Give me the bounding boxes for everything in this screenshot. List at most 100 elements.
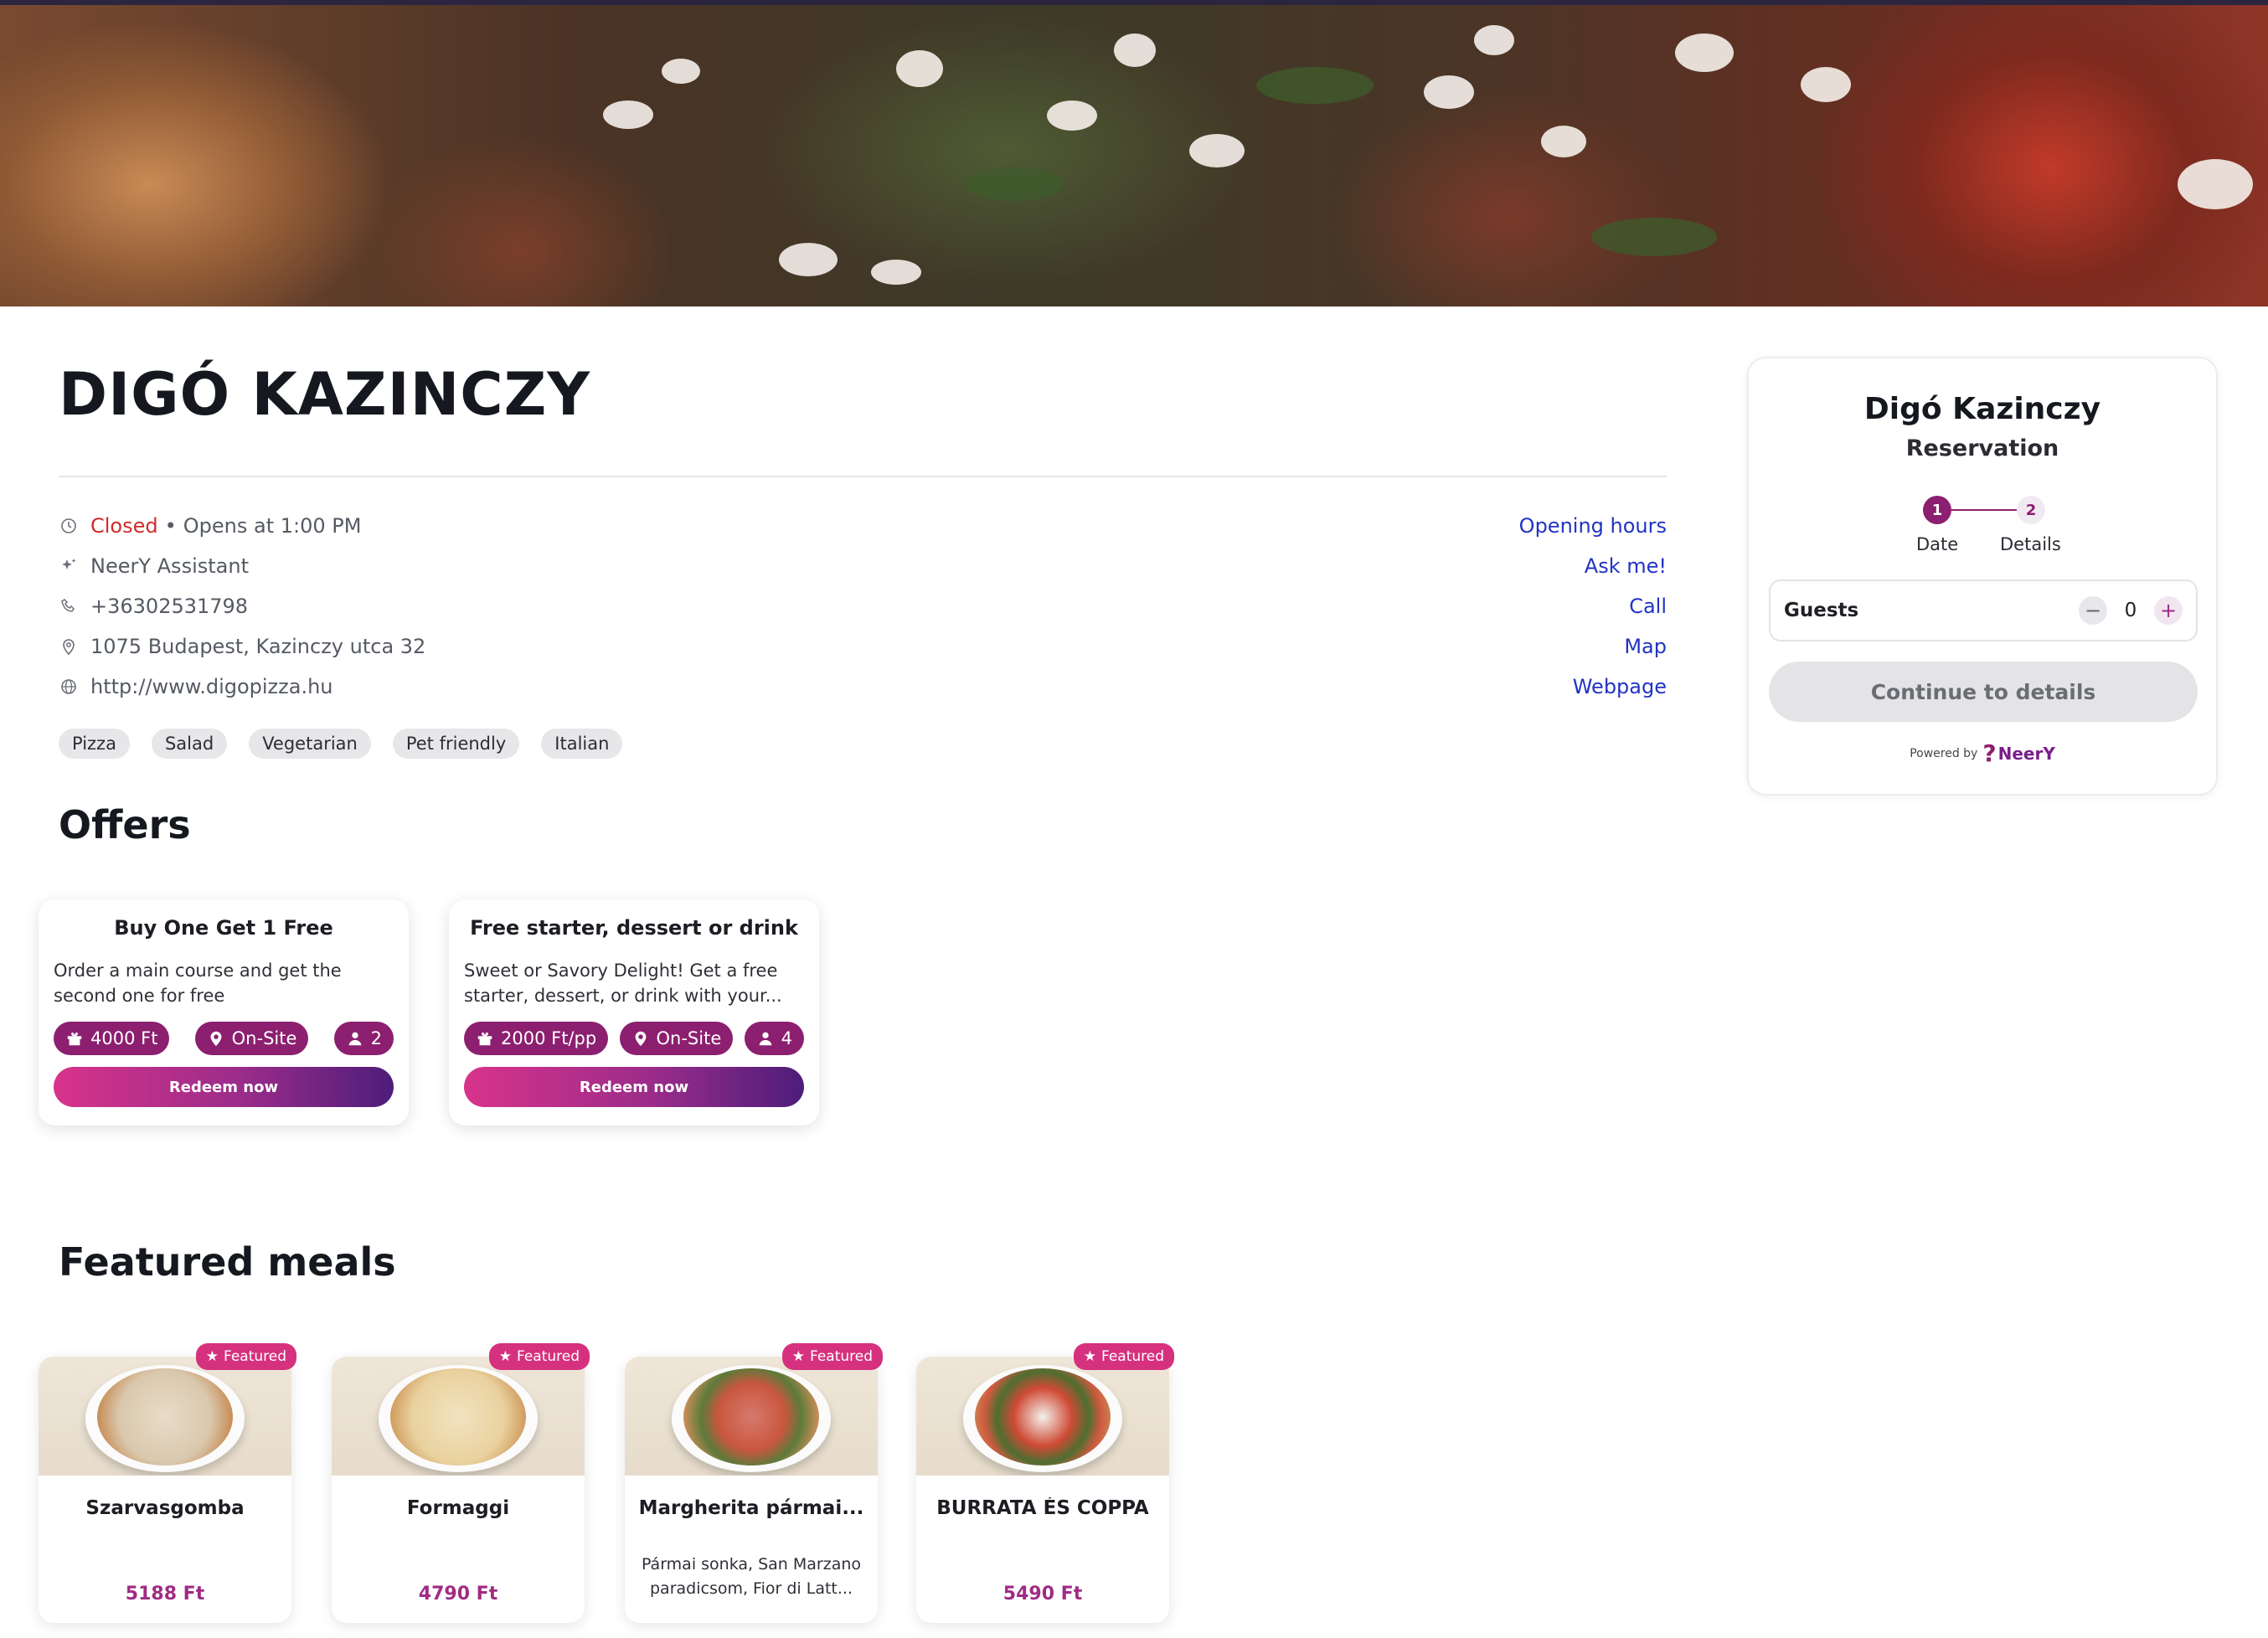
opening-hours-link[interactable]: Opening hours	[1519, 514, 1667, 538]
address-text: 1075 Budapest, Kazinczy utca 32	[90, 635, 426, 658]
tag-vegetarian: Vegetarian	[249, 729, 371, 759]
guests-label: Guests	[1784, 600, 1859, 621]
reservation-subtitle: Reservation	[1905, 435, 2059, 461]
tag-pizza: Pizza	[59, 729, 130, 759]
reservation-steps: 1 2 Date Details	[1749, 496, 2216, 554]
star-icon: ★	[1083, 1348, 1096, 1365]
info-row-website: http://www.digopizza.hu Webpage	[59, 667, 1667, 707]
hero-cheese	[779, 243, 838, 276]
meal-card[interactable]: ★ Featured Formaggi 4790 Ft	[332, 1343, 590, 1623]
offer-card: Free starter, dessert or drink Sweet or …	[449, 899, 819, 1125]
offer-persons: 4	[781, 1028, 792, 1048]
hero-cheese	[871, 260, 921, 285]
hero-cheese	[662, 59, 700, 84]
offer-chips: 2000 Ft/pp On-Site 4	[464, 1022, 804, 1055]
info-list: Closed • Opens at 1:00 PM Opening hours …	[59, 506, 1667, 707]
hero-cheese	[1675, 33, 1734, 72]
info-row-assistant: NeerY Assistant Ask me!	[59, 546, 1667, 586]
reservation-title: Digó Kazinczy	[1863, 392, 2101, 426]
person-icon	[759, 1032, 771, 1046]
badge-label: Featured	[809, 1348, 873, 1365]
offer-chips: 4000 Ft On-Site 2	[54, 1022, 394, 1055]
meal-name: Formaggi	[406, 1497, 510, 1519]
hero-cheese	[603, 100, 653, 129]
meal-photo	[916, 1357, 1169, 1476]
hero-cheese	[896, 50, 943, 87]
gift-icon	[477, 1032, 492, 1046]
redeem-button[interactable]: Redeem now	[464, 1067, 804, 1107]
meal-photo	[39, 1357, 291, 1476]
hero-arugula	[1256, 67, 1374, 104]
location-pin-icon	[59, 636, 79, 657]
neery-logo[interactable]: ? NeerY	[1982, 742, 2054, 765]
webpage-link[interactable]: Webpage	[1573, 675, 1667, 698]
website-text: http://www.digopizza.hu	[90, 675, 333, 698]
offer-location: On-Site	[656, 1028, 722, 1048]
hero-arugula	[1591, 218, 1717, 256]
step-2-indicator[interactable]: 2	[2017, 496, 2045, 524]
phone-text: +36302531798	[90, 595, 249, 618]
info-row-hours: Closed • Opens at 1:00 PM Opening hours	[59, 506, 1667, 546]
location-pin-icon	[635, 1031, 646, 1047]
neery-brand: NeerY	[1997, 744, 2055, 764]
meal-price: 4790 Ft	[418, 1584, 498, 1605]
offer-title: Free starter, dessert or drink	[470, 916, 798, 940]
hero-cheese	[1541, 126, 1586, 157]
decrement-button[interactable]: −	[2079, 596, 2107, 625]
info-row-address: 1075 Budapest, Kazinczy utca 32 Map	[59, 626, 1667, 667]
tag-salad: Salad	[151, 729, 228, 759]
offers-heading: Offers	[59, 802, 191, 847]
offer-description: Sweet or Savory Delight! Get a free star…	[464, 961, 782, 1006]
tag-list: Pizza Salad Vegetarian Pet friendly Ital…	[59, 729, 623, 759]
offer-value-chip: 4000 Ft	[54, 1022, 170, 1055]
offer-persons: 2	[370, 1028, 382, 1048]
hero-cheese	[2178, 159, 2253, 209]
badge-label: Featured	[1100, 1348, 1164, 1365]
pizza-image	[390, 1368, 526, 1465]
meal-name: Margherita pármai...	[638, 1497, 864, 1519]
increment-button[interactable]: +	[2154, 596, 2183, 625]
clock-icon	[59, 516, 79, 536]
redeem-button[interactable]: Redeem now	[54, 1067, 394, 1107]
meal-card[interactable]: ★ Featured BURRATA ÉS COPPA 5490 Ft	[916, 1343, 1174, 1623]
hero-cheese	[1474, 25, 1514, 55]
featured-badge: ★ Featured	[1073, 1343, 1174, 1370]
step-1-label: Date	[1916, 534, 1959, 554]
hero-cheese	[1189, 134, 1245, 167]
guests-stepper: Guests − 0 +	[1769, 579, 2198, 641]
offer-persons-chip: 2	[333, 1022, 394, 1055]
featured-badge: ★ Featured	[195, 1343, 296, 1370]
offer-description: Order a main course and get the second o…	[54, 961, 342, 1006]
status-separator: •	[164, 514, 177, 538]
continue-button[interactable]: Continue to details	[1769, 662, 2198, 722]
assistant-text: NeerY Assistant	[90, 554, 249, 578]
hero-cheese	[1047, 100, 1097, 131]
step-2-label: Details	[2000, 534, 2061, 554]
meal-photo	[332, 1357, 585, 1476]
map-link[interactable]: Map	[1624, 635, 1667, 658]
star-icon: ★	[791, 1348, 805, 1365]
step-1-indicator[interactable]: 1	[1923, 496, 1951, 524]
call-link[interactable]: Call	[1629, 595, 1667, 618]
meal-price: 5490 Ft	[1003, 1584, 1083, 1605]
meal-name: Szarvasgomba	[85, 1497, 245, 1519]
powered-by-label: Powered by	[1910, 747, 1978, 760]
location-pin-icon	[210, 1031, 222, 1047]
offer-location-chip: On-Site	[619, 1022, 734, 1055]
top-bar	[0, 0, 2268, 5]
meal-card[interactable]: ★ Featured Szarvasgomba 5188 Ft	[39, 1343, 296, 1623]
step-connector	[1951, 509, 2017, 511]
divider	[59, 476, 1667, 477]
meal-price: 5188 Ft	[125, 1584, 205, 1605]
star-icon: ★	[205, 1348, 219, 1365]
guests-count: 0	[2124, 600, 2137, 621]
globe-icon	[59, 677, 79, 697]
sparkle-icon	[59, 556, 79, 576]
offer-value: 4000 Ft	[90, 1028, 158, 1048]
featured-badge: ★ Featured	[781, 1343, 883, 1370]
person-icon	[348, 1032, 361, 1046]
ask-me-link[interactable]: Ask me!	[1585, 554, 1667, 578]
pizza-image	[975, 1368, 1111, 1465]
meal-card[interactable]: ★ Featured Margherita pármai... Pármai so…	[625, 1343, 883, 1623]
reservation-panel: Digó Kazinczy Reservation 1 2 Date Detai…	[1747, 357, 2218, 796]
